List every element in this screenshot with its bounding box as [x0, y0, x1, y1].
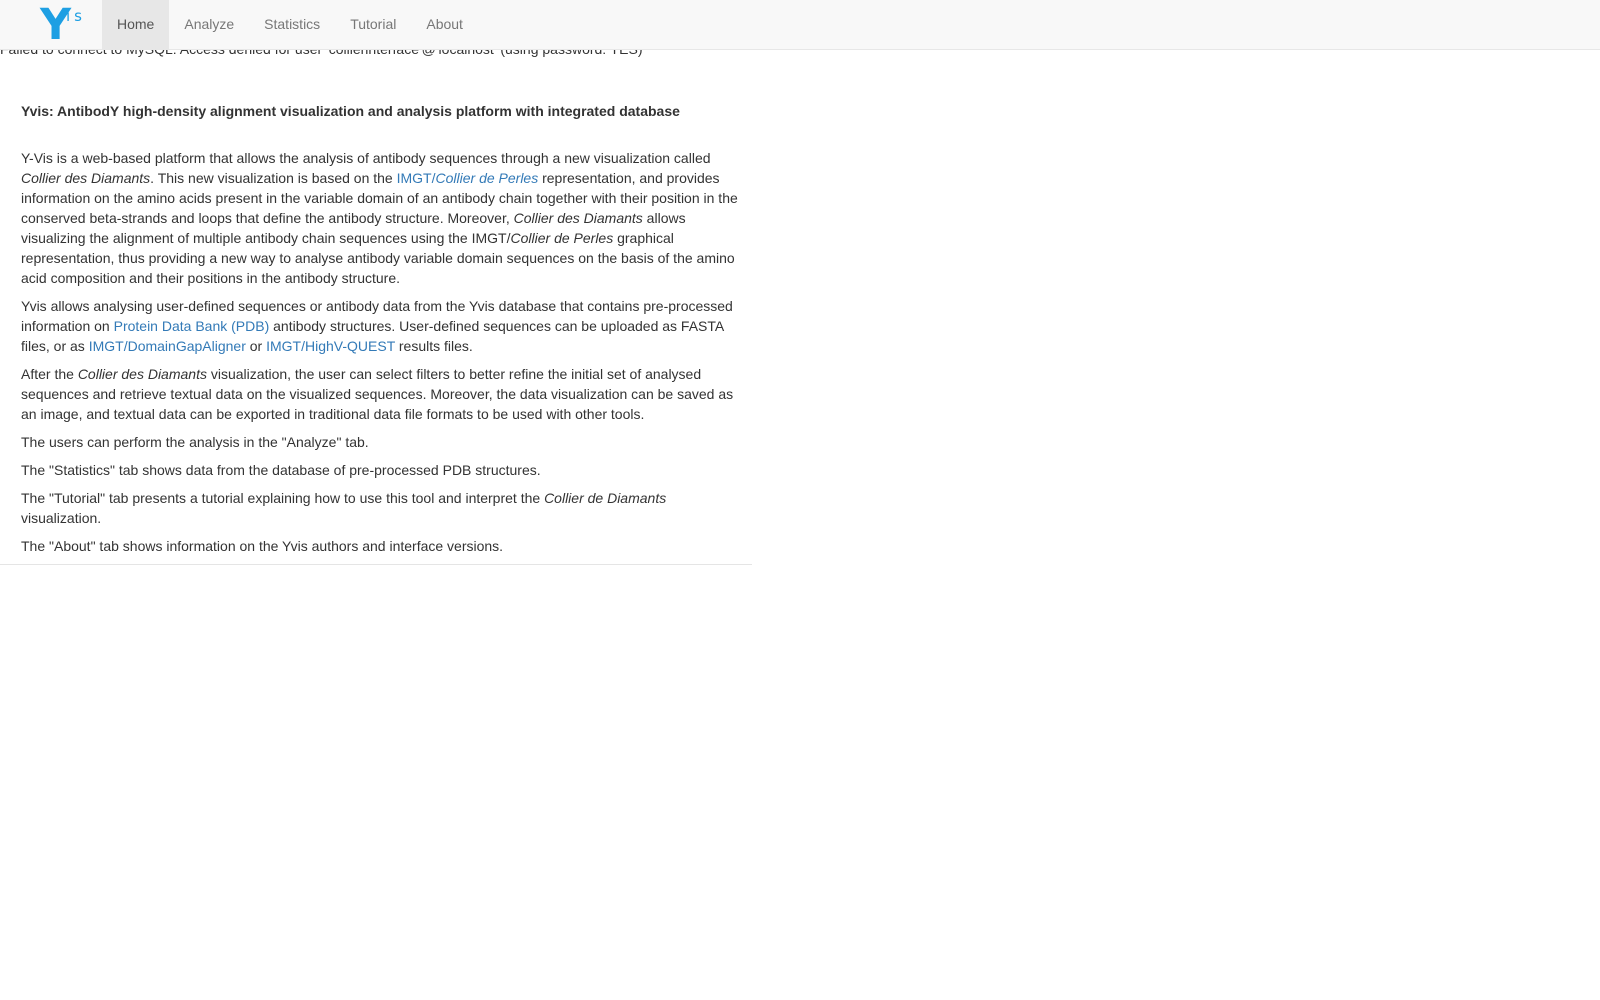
logo-is-letters: is [66, 7, 86, 25]
tutorial-text: The "Tutorial" tab presents a tutorial e… [21, 490, 545, 506]
nav-about-tab[interactable]: About [411, 0, 478, 49]
pdb-link[interactable]: Protein Data Bank (PDB) [114, 318, 270, 334]
top-navbar: Y is Home Analyze Statistics Tutorial Ab… [0, 0, 1600, 50]
link-italic: Collier de Perles [435, 170, 539, 186]
yvis-logo[interactable]: Y is [40, 2, 86, 48]
intro-text: Y-Vis is a web-based platform that allow… [21, 150, 711, 166]
database-paragraph: Yvis allows analysing user-defined seque… [21, 296, 741, 356]
statistics-tab-paragraph: The "Statistics" tab shows data from the… [21, 462, 541, 478]
intro-paragraph: Y-Vis is a web-based platform that allow… [21, 148, 741, 288]
imgt-domaingapaligner-link[interactable]: IMGT/DomainGapAligner [89, 338, 246, 354]
intro-text: . This new visualization is based on the [150, 170, 397, 186]
collier-des-diamants-term: Collier des Diamants [513, 210, 643, 226]
home-content-panel: Yvis: AntibodY high-density alignment vi… [0, 88, 752, 565]
filters-text: After the [21, 366, 78, 382]
collier-de-perles-term: Collier de Perles [510, 230, 614, 246]
imgt-collier-de-perles-link[interactable]: IMGT/Collier de Perles [397, 170, 539, 186]
tutorial-tab-paragraph: The "Tutorial" tab presents a tutorial e… [21, 488, 741, 528]
database-text: results files. [395, 338, 473, 354]
nav-tutorial-tab[interactable]: Tutorial [335, 0, 411, 49]
tutorial-text: visualization. [21, 510, 102, 526]
nav-analyze-tab[interactable]: Analyze [169, 0, 249, 49]
collier-des-diamants-term: Collier des Diamants [21, 170, 151, 186]
imgt-highv-quest-link[interactable]: IMGT/HighV-QUEST [266, 338, 395, 354]
nav-home-tab[interactable]: Home [102, 0, 170, 49]
link-prefix: IMGT/ [396, 170, 436, 186]
collier-de-diamants-term: Collier de Diamants [544, 490, 667, 506]
home-description: Y-Vis is a web-based platform that allow… [21, 148, 741, 556]
analyze-tab-paragraph: The users can perform the analysis in th… [21, 434, 369, 450]
nav-statistics-tab[interactable]: Statistics [249, 0, 335, 49]
main-nav: Home Analyze Statistics Tutorial About [102, 0, 478, 49]
about-tab-paragraph: The "About" tab shows information on the… [21, 538, 504, 554]
page-title: Yvis: AntibodY high-density alignment vi… [21, 103, 680, 119]
database-text: or [245, 338, 267, 354]
collier-des-diamants-term: Collier des Diamants [77, 366, 207, 382]
filters-paragraph: After the Collier des Diamants visualiza… [21, 364, 741, 424]
